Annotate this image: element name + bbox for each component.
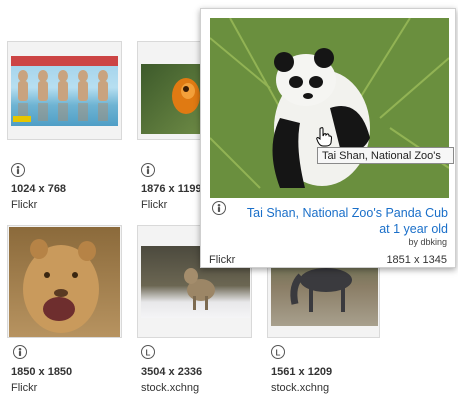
svg-text:L: L xyxy=(146,348,151,357)
image-dimensions: 3504 x 2336 xyxy=(141,366,203,378)
svg-text:L: L xyxy=(276,348,281,357)
result-thumbnail-3[interactable] xyxy=(7,225,122,338)
image-dimensions: 1024 x 768 xyxy=(11,183,67,195)
attribution-icon[interactable] xyxy=(141,163,155,177)
preview-image[interactable] xyxy=(210,18,449,198)
license-icon[interactable]: L xyxy=(271,345,285,359)
result-thumbnail-2[interactable] xyxy=(137,41,205,140)
image-source[interactable]: stock.xchng xyxy=(271,382,329,394)
image-source[interactable]: Flickr xyxy=(11,199,37,211)
preview-byline: by dbking xyxy=(408,237,447,247)
image-source[interactable]: Flickr xyxy=(141,199,167,211)
preview-title-link[interactable]: Tai Shan, National Zoo's Panda Cub at 1 … xyxy=(234,205,448,237)
title-tooltip: Tai Shan, National Zoo's xyxy=(317,147,454,164)
preview-dimensions: 1851 x 1345 xyxy=(386,254,447,266)
attribution-icon[interactable] xyxy=(212,201,226,215)
hand-cursor-icon xyxy=(316,127,332,147)
attribution-icon[interactable] xyxy=(11,163,25,177)
image-source[interactable]: stock.xchng xyxy=(141,382,199,394)
license-icon[interactable]: L xyxy=(141,345,155,359)
attribution-icon[interactable] xyxy=(13,345,27,359)
image-dimensions: 1850 x 1850 xyxy=(11,366,73,378)
result-thumbnail-1[interactable] xyxy=(7,41,122,140)
preview-source[interactable]: Flickr xyxy=(209,254,235,266)
image-source[interactable]: Flickr xyxy=(11,382,37,394)
image-dimensions: 1561 x 1209 xyxy=(271,366,333,378)
image-dimensions: 1876 x 1199 xyxy=(141,183,202,195)
